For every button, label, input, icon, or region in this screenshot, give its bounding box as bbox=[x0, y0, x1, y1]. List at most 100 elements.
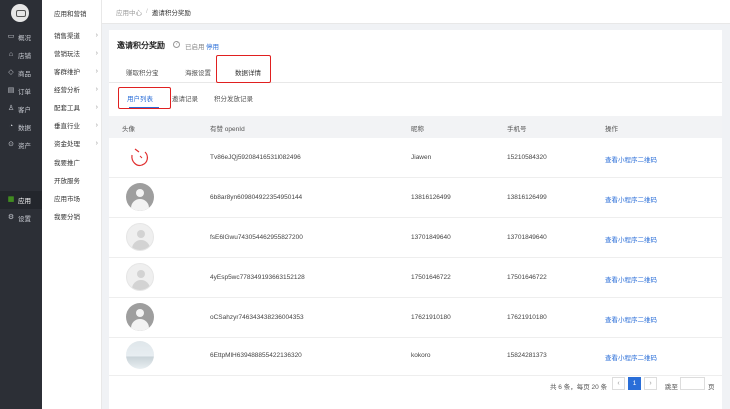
subnav-item[interactable]: 我要分销 bbox=[54, 209, 98, 223]
nickname-cell: kokoro bbox=[411, 352, 431, 359]
subnav-item-label: 垂直行业 bbox=[54, 123, 80, 130]
subnav-item-label: 资金处理 bbox=[54, 141, 80, 148]
column-header-action: 操作 bbox=[605, 126, 618, 133]
subnav-item-label: 应用市场 bbox=[54, 196, 80, 203]
table-row: oCSahzyr746343438236004353 17621910180 1… bbox=[109, 298, 722, 338]
store-icon: ⌂ bbox=[8, 51, 14, 58]
content-card: 邀请积分奖励 ? 已启用 停用 赚取积分宝 海报设置 数据详情 用户列表 邀请记… bbox=[109, 30, 722, 409]
page-title: 邀请积分奖励 bbox=[117, 41, 165, 50]
view-qrcode-link[interactable]: 查看小程序二维码 bbox=[605, 154, 657, 164]
phone-cell: 13701849640 bbox=[507, 234, 547, 241]
subnav-item-label: 我要分销 bbox=[54, 214, 80, 221]
sidebar-item-customers[interactable]: ♙ 客户 bbox=[0, 100, 42, 118]
openid-cell: fsE6lGwu743054462955827200 bbox=[210, 234, 303, 241]
view-qrcode-link[interactable]: 查看小程序二维码 bbox=[605, 314, 657, 324]
breadcrumb: 应用中心 / 邀请积分奖励 bbox=[102, 0, 730, 24]
nickname-cell: Jiawen bbox=[411, 154, 432, 161]
prev-page-button[interactable]: ‹ bbox=[612, 377, 625, 390]
page-suffix-label: 页 bbox=[708, 384, 715, 391]
avatar-head bbox=[137, 270, 145, 278]
avatar-head bbox=[136, 189, 144, 197]
view-qrcode-link[interactable]: 查看小程序二维码 bbox=[605, 234, 657, 244]
page-number-current[interactable]: 1 bbox=[628, 377, 641, 390]
breadcrumb-separator: / bbox=[146, 8, 148, 15]
subnav-item-label: 配套工具 bbox=[54, 105, 80, 112]
column-header-nickname: 昵称 bbox=[411, 126, 424, 133]
subnav-item[interactable]: 销售渠道 › bbox=[54, 28, 98, 42]
chevron-right-icon: › bbox=[95, 67, 98, 75]
apps-icon: ▦ bbox=[7, 196, 15, 203]
table-row: 4yEsp5wc778349193663152128 17501646722 1… bbox=[109, 258, 722, 298]
pagination: 共 6 条，每页 20 条 ‹ 1 › 跳至 页 bbox=[109, 375, 722, 395]
sidebar-item-label: 客户 bbox=[18, 107, 31, 114]
tab-earn-points[interactable]: 赚取积分宝 bbox=[126, 64, 164, 77]
subnav-item[interactable]: 营销玩法 › bbox=[54, 46, 98, 60]
monitor-icon: ▭ bbox=[7, 33, 15, 40]
sidebar-item-store[interactable]: ⌂ 店铺 bbox=[0, 46, 42, 64]
subnav-item[interactable]: 开放服务 bbox=[54, 173, 98, 187]
column-header-openid: 有赞 openId bbox=[210, 126, 245, 133]
subnav-item[interactable]: 配套工具 › bbox=[54, 100, 98, 114]
sidebar-item-goods[interactable]: ◇ 商品 bbox=[0, 64, 42, 82]
avatar bbox=[126, 263, 154, 291]
phone-cell: 13816126499 bbox=[507, 194, 547, 201]
view-qrcode-link[interactable]: 查看小程序二维码 bbox=[605, 274, 657, 284]
nickname-cell: 13816126499 bbox=[411, 194, 451, 201]
subnav-item[interactable]: 客群维护 › bbox=[54, 64, 98, 78]
subnav-item[interactable]: 我要推广 bbox=[54, 155, 98, 169]
order-icon: ▤ bbox=[7, 87, 15, 94]
openid-cell: 6EttpMlH639488855422136320 bbox=[210, 352, 302, 359]
main-sidebar: ▭ 概况 ⌂ 店铺 ◇ 商品 ▤ 订单 ♙ 客户 ◔ 数据 ⊙ 资产 ▦ 应用 ⚙ 设置 bbox=[0, 0, 42, 409]
table-header: 头像 有赞 openId 昵称 手机号 操作 bbox=[109, 116, 722, 138]
breadcrumb-parent[interactable]: 应用中心 bbox=[116, 7, 142, 17]
nickname-cell: 13701849640 bbox=[411, 234, 451, 241]
asset-icon: ⊙ bbox=[8, 141, 14, 148]
chevron-right-icon: › bbox=[95, 49, 98, 57]
table-row: 6b8ar8yn609804922354950144 13816126499 1… bbox=[109, 178, 722, 218]
chevron-right-icon: › bbox=[95, 121, 98, 129]
sidebar-item-apps[interactable]: ▦ 应用 bbox=[0, 191, 42, 209]
sidebar-item-label: 应用 bbox=[18, 198, 31, 205]
chevron-right-icon: › bbox=[95, 31, 98, 39]
subnav-item-label: 客群维护 bbox=[54, 69, 80, 76]
avatar-body bbox=[132, 240, 150, 250]
sidebar-item-label: 店铺 bbox=[18, 53, 31, 60]
chart-icon: ◔ bbox=[8, 123, 14, 130]
subnav-item[interactable]: 应用市场 bbox=[54, 191, 98, 205]
subnav-item[interactable]: 垂直行业 › bbox=[54, 118, 98, 132]
disable-button[interactable]: 停用 bbox=[206, 41, 219, 51]
sidebar-item-assets[interactable]: ⊙ 资产 bbox=[0, 136, 42, 154]
view-qrcode-link[interactable]: 查看小程序二维码 bbox=[605, 194, 657, 204]
subnav-item-label: 我要推广 bbox=[54, 160, 80, 167]
sidebar-item-settings[interactable]: ⚙ 设置 bbox=[0, 209, 42, 227]
store-logo[interactable] bbox=[11, 4, 29, 22]
table-row: fsE6lGwu743054462955827200 13701849640 1… bbox=[109, 218, 722, 258]
sidebar-item-overview[interactable]: ▭ 概况 bbox=[0, 28, 42, 46]
sidebar-item-label: 商品 bbox=[18, 71, 31, 78]
highlight-box-data-tab bbox=[216, 55, 271, 83]
tab-points-records[interactable]: 积分发放记录 bbox=[214, 93, 253, 103]
avatar bbox=[126, 143, 154, 171]
status-badge: 已启用 bbox=[185, 44, 205, 51]
jump-page-input[interactable] bbox=[680, 377, 705, 390]
sidebar-item-label: 资产 bbox=[18, 143, 31, 150]
sidebar-item-label: 订单 bbox=[18, 89, 31, 96]
subnav-item[interactable]: 资金处理 › bbox=[54, 136, 98, 150]
view-qrcode-link[interactable]: 查看小程序二维码 bbox=[605, 352, 657, 362]
jump-label: 跳至 bbox=[665, 384, 678, 391]
avatar-body bbox=[132, 280, 150, 290]
chevron-right-icon: › bbox=[95, 103, 98, 111]
tab-invite-records[interactable]: 邀请记录 bbox=[172, 93, 198, 103]
next-page-button[interactable]: › bbox=[644, 377, 657, 390]
sub-navigation: 应用和营销 销售渠道 › 营销玩法 › 客群维护 › 经营分析 › 配套工具 › 垂直行业… bbox=[42, 0, 102, 409]
sketch-avatar-image bbox=[131, 148, 148, 167]
sidebar-item-data[interactable]: ◔ 数据 bbox=[0, 118, 42, 136]
user-icon: ♙ bbox=[7, 105, 15, 112]
sidebar-item-orders[interactable]: ▤ 订单 bbox=[0, 82, 42, 100]
avatar-head bbox=[136, 309, 144, 317]
tab-poster-settings[interactable]: 海报设置 bbox=[185, 64, 219, 77]
subnav-item[interactable]: 经营分析 › bbox=[54, 82, 98, 96]
sidebar-item-label: 数据 bbox=[18, 125, 31, 132]
phone-cell: 17621910180 bbox=[507, 314, 547, 321]
help-icon[interactable]: ? bbox=[173, 41, 180, 48]
